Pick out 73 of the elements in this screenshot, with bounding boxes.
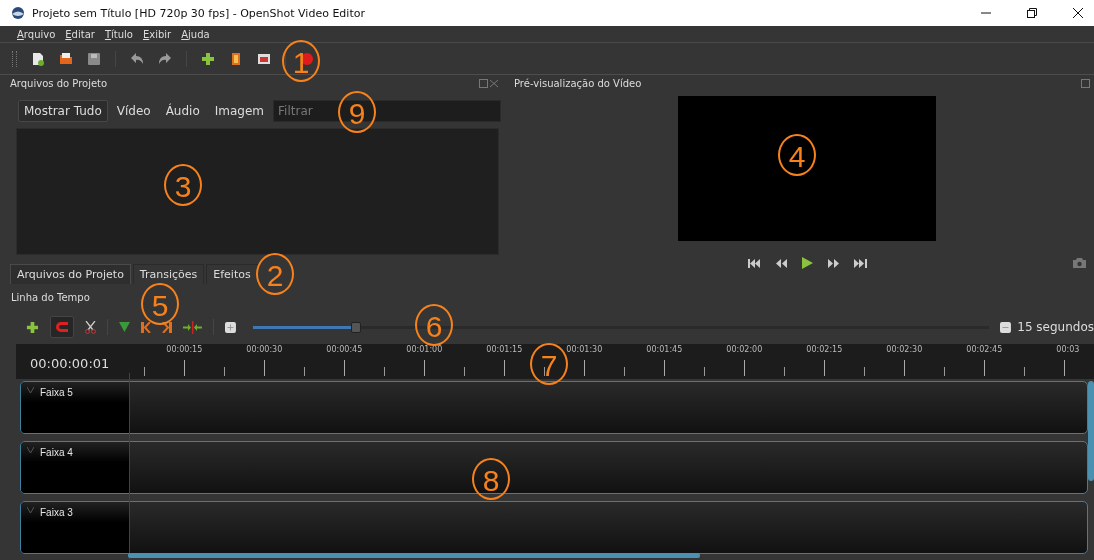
ruler-label: 00:01:15: [486, 345, 523, 354]
skip-start-icon[interactable]: [748, 258, 761, 268]
callout-number: 2: [256, 253, 294, 295]
menu-item[interactable]: Exibir: [142, 28, 172, 40]
undo-icon[interactable]: [130, 51, 144, 66]
vertical-scrollbar[interactable]: [1088, 381, 1094, 481]
scissors-icon[interactable]: [84, 320, 96, 334]
track-name: Faixa 3: [40, 507, 73, 518]
menu-item[interactable]: Arquivo: [17, 28, 56, 40]
ruler-label: 00:01:30: [566, 345, 603, 354]
zoom-in-icon[interactable]: [224, 321, 236, 333]
menu-item[interactable]: Título: [104, 28, 133, 40]
save-icon[interactable]: [87, 51, 101, 66]
panel-tab[interactable]: Transições: [132, 264, 205, 284]
dock-button-icon[interactable]: [1081, 78, 1090, 88]
callout-number: 7: [530, 343, 568, 385]
camera-icon[interactable]: [1073, 258, 1086, 268]
track-name: Faixa 5: [40, 387, 73, 398]
window-title: Projeto sem Título [HD 720p 30 fps] - OpenShot Video Editor: [32, 6, 365, 20]
new-file-icon[interactable]: [31, 51, 45, 66]
ruler-label: 00:00:15: [166, 345, 203, 354]
timecode: 00:00:00:01: [29, 355, 110, 373]
menu-item[interactable]: Ajuda: [181, 28, 210, 40]
callout-number: 6: [415, 304, 453, 346]
ruler-label: 00:01:45: [646, 345, 683, 354]
filter-tab[interactable]: Imagem: [208, 100, 271, 122]
menu-item[interactable]: Editar: [65, 28, 95, 40]
slider-thumb[interactable]: [350, 321, 361, 333]
redo-icon[interactable]: [158, 51, 172, 66]
film-frame-icon[interactable]: [257, 51, 271, 66]
callout-number: 8: [472, 458, 510, 500]
panel-title: Pré-visualização do Vídeo: [514, 77, 642, 89]
close-icon[interactable]: [1072, 7, 1084, 19]
track-name: Faixa 4: [40, 447, 73, 458]
panel-tab[interactable]: Arquivos do Projeto: [10, 264, 131, 284]
callout-number: 9: [338, 91, 376, 133]
filter-tab[interactable]: Mostrar Tudo: [18, 100, 108, 122]
skip-end-icon[interactable]: [854, 258, 867, 268]
zoom-out-icon[interactable]: [1000, 321, 1012, 333]
previous-marker-icon[interactable]: [140, 321, 151, 333]
ruler-label: 00:02:30: [886, 345, 923, 354]
ruler-label: 00:02:15: [806, 345, 843, 354]
plus-icon[interactable]: [201, 51, 215, 66]
callout-number: 1: [282, 40, 320, 82]
ruler-label: 00:02:00: [726, 345, 763, 354]
app-logo-icon: [11, 6, 25, 20]
ruler-label: 00:00:30: [246, 345, 283, 354]
callout-number: 3: [164, 164, 202, 206]
ruler-label: 00:02:45: [966, 345, 1003, 354]
ruler-label: 00:01:00: [406, 345, 443, 354]
dock-buttons-icon[interactable]: [479, 78, 499, 88]
ruler-label: 00:00:45: [326, 345, 363, 354]
zoom-reading: 15 segundos: [1017, 320, 1094, 334]
rewind-icon[interactable]: [776, 258, 787, 268]
play-icon[interactable]: [802, 257, 813, 269]
callout-number: 5: [141, 283, 179, 325]
filter-tab[interactable]: Vídeo: [110, 100, 157, 122]
restore-icon[interactable]: [1026, 7, 1038, 19]
filter-tab[interactable]: Áudio: [159, 100, 206, 122]
panel-title: Arquivos do Projeto: [10, 77, 108, 89]
magnet-icon: [55, 322, 68, 332]
film-strip-icon[interactable]: [229, 51, 243, 66]
panel-tab[interactable]: Efeitos: [206, 264, 258, 284]
fast-forward-icon[interactable]: [828, 258, 839, 268]
center-playhead-icon[interactable]: [182, 320, 202, 334]
marker-icon[interactable]: [118, 322, 130, 332]
plus-icon[interactable]: [26, 320, 39, 334]
next-marker-icon[interactable]: [161, 321, 172, 333]
folder-icon[interactable]: [59, 51, 73, 66]
magnet-button[interactable]: [49, 316, 74, 338]
callout-number: 4: [778, 134, 816, 176]
ruler-label: 00:03: [1056, 345, 1080, 354]
horizontal-scrollbar[interactable]: [128, 553, 700, 558]
